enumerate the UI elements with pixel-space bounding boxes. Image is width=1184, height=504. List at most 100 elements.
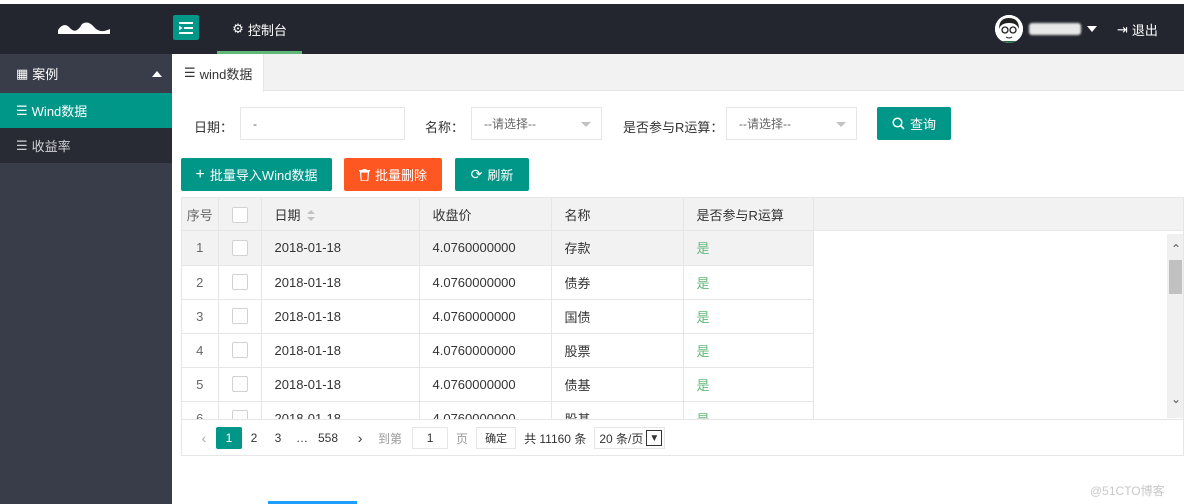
page-link-last[interactable]: 558 bbox=[314, 427, 342, 449]
watermark: @51CTO博客 bbox=[1090, 484, 1165, 498]
date-label: 日期： bbox=[194, 120, 234, 135]
username-redacted bbox=[1029, 23, 1081, 35]
goto-page-input[interactable]: 1 bbox=[412, 427, 449, 449]
page-link-3[interactable]: 3 bbox=[266, 427, 290, 449]
row-checkbox-cell bbox=[218, 299, 262, 334]
row-r-calc: 是 bbox=[683, 333, 814, 368]
table-row[interactable]: 2 2018-01-18 4.0760000000 债券 是 bbox=[182, 265, 814, 300]
col-header-checkbox bbox=[218, 198, 262, 232]
page-unit-label: 页 bbox=[456, 431, 469, 446]
select-all-checkbox[interactable] bbox=[231, 206, 248, 223]
row-r-calc: 是 bbox=[683, 367, 814, 402]
sidebar-group-cases[interactable]: ▦ 案例 bbox=[0, 54, 172, 93]
row-checkbox[interactable] bbox=[231, 274, 248, 291]
row-checkbox-cell bbox=[218, 333, 262, 368]
query-button[interactable]: 查询 bbox=[877, 107, 951, 140]
tab-wind-data[interactable]: ☰ wind数据 bbox=[172, 54, 264, 92]
chevron-down-icon: ▼ bbox=[646, 430, 663, 446]
row-close: 4.0760000000 bbox=[419, 367, 552, 402]
row-close: 4.0760000000 bbox=[419, 231, 552, 266]
row-checkbox[interactable] bbox=[231, 342, 248, 359]
page-link-2[interactable]: 2 bbox=[242, 427, 266, 449]
sidebar-item-label: Wind数据 bbox=[31, 104, 88, 119]
date-range-input[interactable]: - bbox=[240, 107, 405, 140]
table-row[interactable]: 1 2018-01-18 4.0760000000 存款 是 bbox=[182, 231, 814, 266]
row-name: 存款 bbox=[551, 231, 684, 266]
row-checkbox[interactable] bbox=[231, 376, 248, 393]
total-count: 共 11160 条 bbox=[524, 431, 587, 446]
goto-confirm-button[interactable]: 确定 bbox=[476, 427, 517, 449]
batch-import-label: 批量导入Wind数据 bbox=[209, 168, 318, 183]
row-r-calc: 是 bbox=[683, 265, 814, 300]
sidebar-group-label: 案例 bbox=[32, 67, 59, 82]
sidebar-item-label: 收益率 bbox=[31, 139, 71, 154]
name-select[interactable]: --请选择-- bbox=[471, 107, 602, 140]
row-r-calc: 是 bbox=[683, 299, 814, 334]
r-calc-label: 是否参与R运算： bbox=[623, 120, 724, 135]
page-size-select[interactable]: 20 条/页 ▼ bbox=[594, 427, 666, 449]
user-menu[interactable] bbox=[995, 15, 1097, 43]
row-checkbox[interactable] bbox=[231, 410, 248, 419]
batch-delete-button[interactable]: 批量删除 bbox=[344, 158, 442, 191]
avatar bbox=[995, 15, 1023, 43]
batch-delete-label: 批量删除 bbox=[374, 168, 427, 183]
col-header-index: 序号 bbox=[182, 198, 219, 232]
logout-label: 退出 bbox=[1131, 23, 1158, 38]
table-row[interactable]: 4 2018-01-18 4.0760000000 股票 是 bbox=[182, 333, 814, 368]
name-select-value: --请选择-- bbox=[484, 117, 536, 131]
row-index: 1 bbox=[182, 231, 219, 266]
chevron-down-icon bbox=[1087, 26, 1097, 32]
console-label: 控制台 bbox=[247, 22, 287, 38]
row-index: 3 bbox=[182, 299, 219, 334]
refresh-label: 刷新 bbox=[487, 168, 514, 183]
row-date: 2018-01-18 bbox=[261, 333, 420, 368]
batch-import-button[interactable]: + 批量导入Wind数据 bbox=[181, 158, 332, 191]
col-header-date[interactable]: 日期 bbox=[261, 198, 420, 232]
page-ellipsis: … bbox=[296, 431, 308, 445]
list-icon: ☰ bbox=[184, 65, 196, 80]
scroll-down-icon[interactable]: ⌄ bbox=[1171, 392, 1181, 406]
scrollbar-thumb[interactable] bbox=[1169, 260, 1182, 294]
name-label: 名称： bbox=[425, 120, 465, 135]
row-name: 债基 bbox=[551, 367, 684, 402]
page-link-1[interactable]: 1 bbox=[216, 427, 242, 449]
scroll-up-icon[interactable]: ⌃ bbox=[1171, 242, 1181, 256]
row-date: 2018-01-18 bbox=[261, 401, 420, 419]
page-size-value: 20 条/页 bbox=[599, 431, 644, 446]
row-index: 5 bbox=[182, 367, 219, 402]
console-nav-tab[interactable]: ⚙ 控制台 bbox=[217, 4, 302, 54]
table-scrollbar[interactable]: ⌃ ⌄ bbox=[1167, 234, 1183, 418]
row-checkbox[interactable] bbox=[231, 240, 248, 257]
table-row[interactable]: 6 2018-01-18 4.0760000000 股基 是 bbox=[182, 401, 814, 419]
col-header-r-calc: 是否参与R运算 bbox=[683, 198, 814, 232]
r-calc-select[interactable]: --请选择-- bbox=[726, 107, 857, 140]
row-name: 股票 bbox=[551, 333, 684, 368]
sidebar-item-wind[interactable]: ☰ Wind数据 bbox=[0, 93, 172, 128]
page-tabbar: ☰ wind数据 bbox=[172, 54, 1184, 92]
row-name: 债券 bbox=[551, 265, 684, 300]
plus-icon: + bbox=[195, 165, 205, 183]
table-header: 序号 日期 收盘价 名称 是否参与R运算 bbox=[182, 198, 1183, 232]
prev-page-icon[interactable]: ‹ bbox=[192, 427, 216, 449]
sort-icon[interactable] bbox=[306, 209, 315, 224]
row-date: 2018-01-18 bbox=[261, 299, 420, 334]
next-page-icon[interactable]: › bbox=[348, 427, 372, 449]
row-date: 2018-01-18 bbox=[261, 231, 420, 266]
table-row[interactable]: 5 2018-01-18 4.0760000000 债基 是 bbox=[182, 367, 814, 402]
logout-button[interactable]: ⇥ 退出 bbox=[1117, 20, 1158, 39]
menu-fold-icon bbox=[179, 21, 193, 34]
table-row[interactable]: 3 2018-01-18 4.0760000000 国债 是 bbox=[182, 299, 814, 334]
row-checkbox[interactable] bbox=[231, 308, 248, 325]
trash-icon bbox=[358, 168, 370, 181]
row-close: 4.0760000000 bbox=[419, 333, 552, 368]
query-label: 查询 bbox=[909, 117, 936, 132]
row-checkbox-cell bbox=[218, 231, 262, 266]
search-form: 日期： - 名称： --请选择-- 是否参与R运算： --请选择-- 查询 bbox=[172, 92, 1184, 154]
refresh-icon: ⟳ bbox=[470, 166, 483, 182]
refresh-button[interactable]: ⟳ 刷新 bbox=[455, 158, 529, 191]
row-checkbox-cell bbox=[218, 367, 262, 402]
row-close: 4.0760000000 bbox=[419, 265, 552, 300]
sidebar-item-yield[interactable]: ☰ 收益率 bbox=[0, 128, 172, 163]
row-checkbox-cell bbox=[218, 265, 262, 300]
menu-toggle-button[interactable] bbox=[173, 15, 199, 40]
